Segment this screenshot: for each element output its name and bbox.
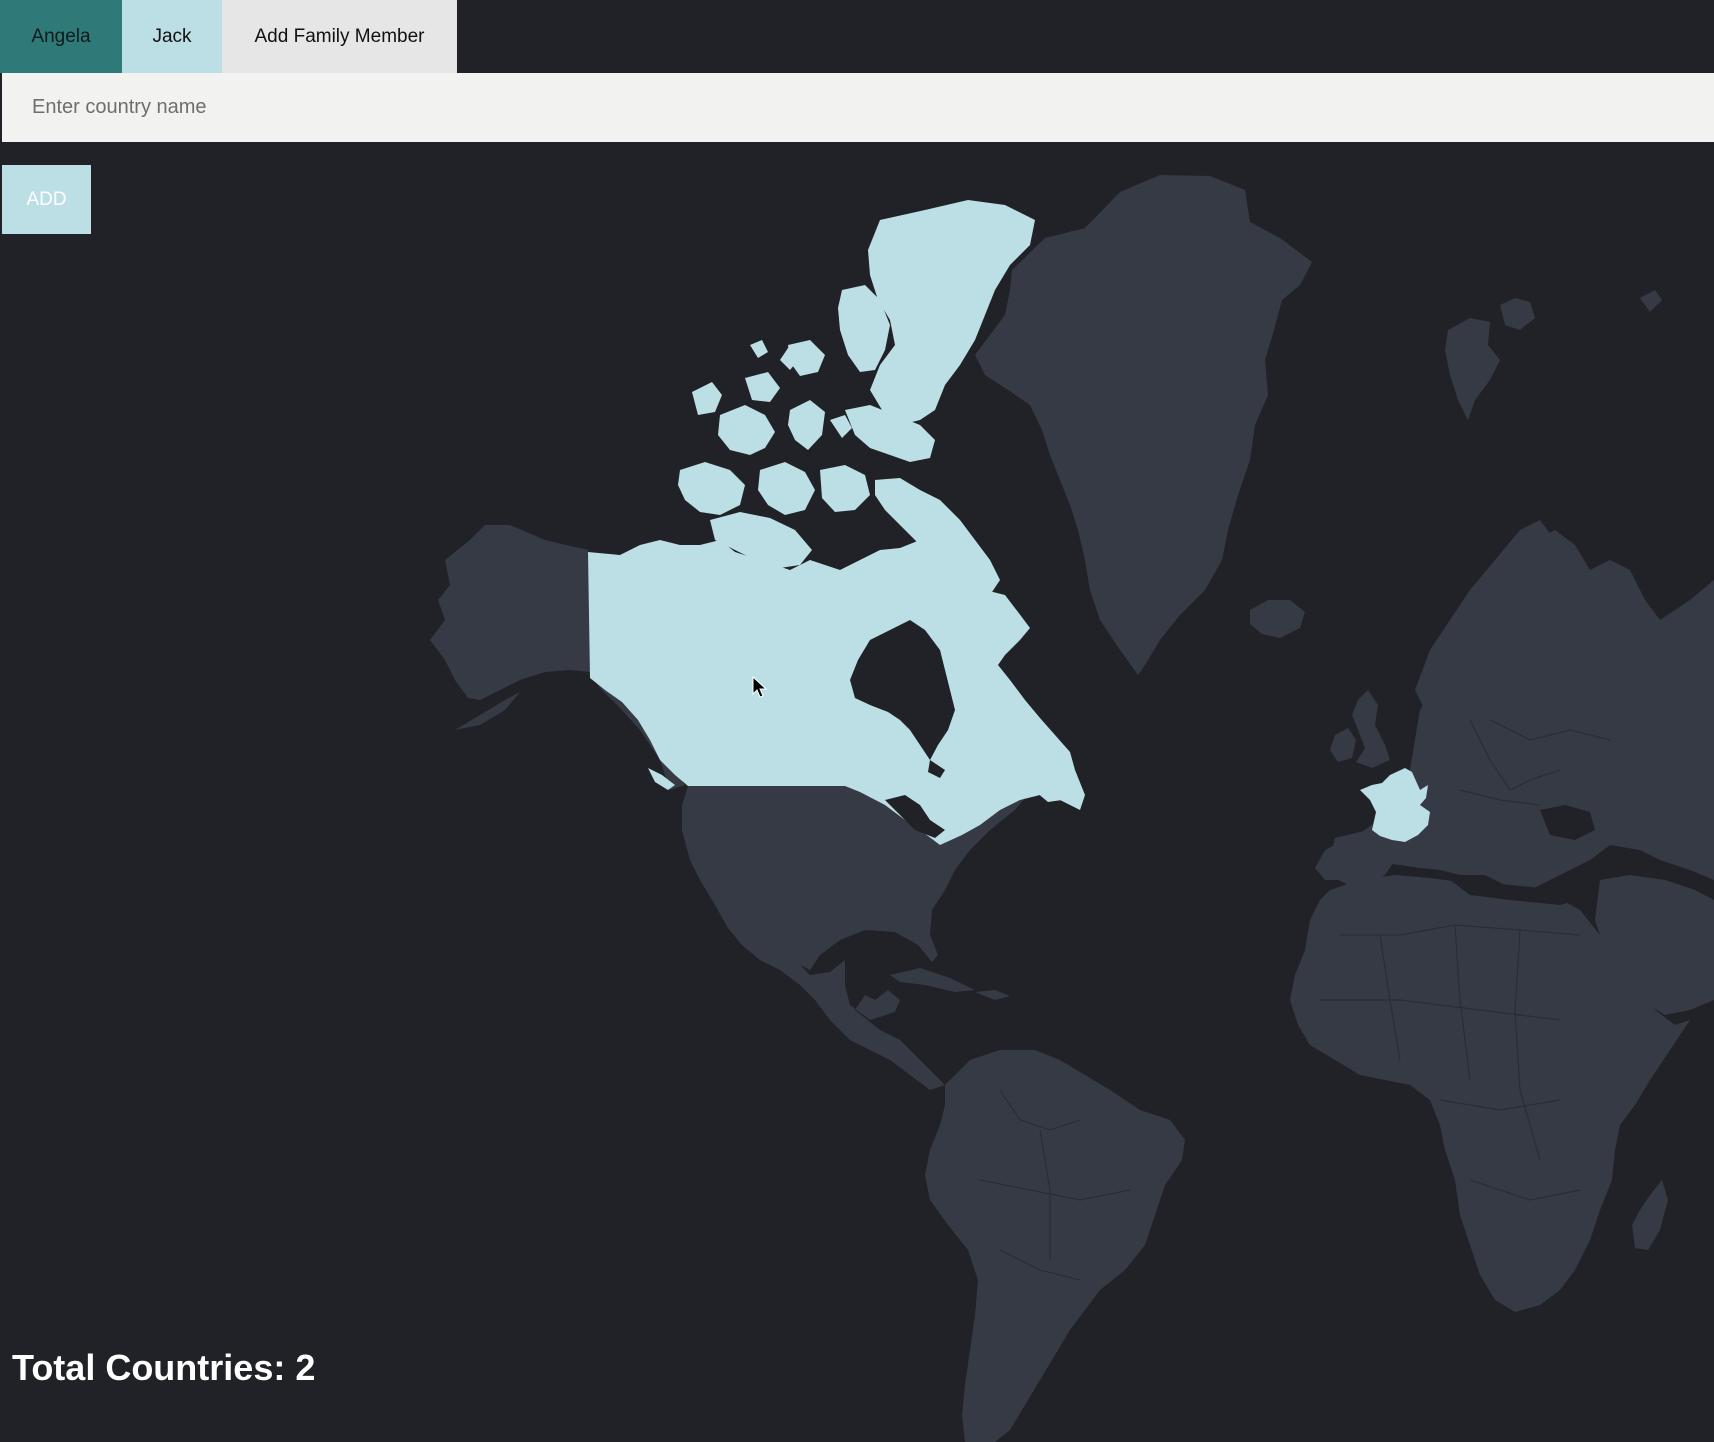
country-search-container — [2, 73, 1714, 142]
country-name-input[interactable] — [2, 73, 1714, 142]
mouse-cursor-icon — [752, 676, 768, 698]
map-region-svalbard — [1445, 318, 1500, 420]
family-tabs: Angela Jack Add Family Member — [0, 0, 457, 73]
total-countries-label: Total Countries: 2 — [12, 1347, 316, 1388]
app-page: Angela Jack Add Family Member ADD Total … — [0, 0, 1714, 1442]
tab-jack-label: Jack — [152, 25, 192, 47]
map-region-cuba — [890, 968, 975, 992]
map-region-south-america — [925, 1050, 1185, 1442]
world-map — [430, 175, 1714, 1442]
tab-jack[interactable]: Jack — [122, 0, 222, 73]
map-country-uk[interactable] — [1352, 690, 1390, 768]
tab-add-family-member-label: Add Family Member — [254, 25, 425, 47]
map-country-greenland[interactable] — [975, 175, 1312, 675]
map-country-madagascar[interactable] — [1632, 1180, 1668, 1250]
map-country-iceland[interactable] — [1250, 600, 1305, 638]
tab-angela[interactable]: Angela — [0, 0, 122, 73]
map-country-ireland[interactable] — [1330, 728, 1356, 762]
tab-angela-label: Angela — [31, 25, 91, 47]
add-button[interactable]: ADD — [2, 165, 91, 234]
tab-add-family-member[interactable]: Add Family Member — [222, 0, 457, 73]
